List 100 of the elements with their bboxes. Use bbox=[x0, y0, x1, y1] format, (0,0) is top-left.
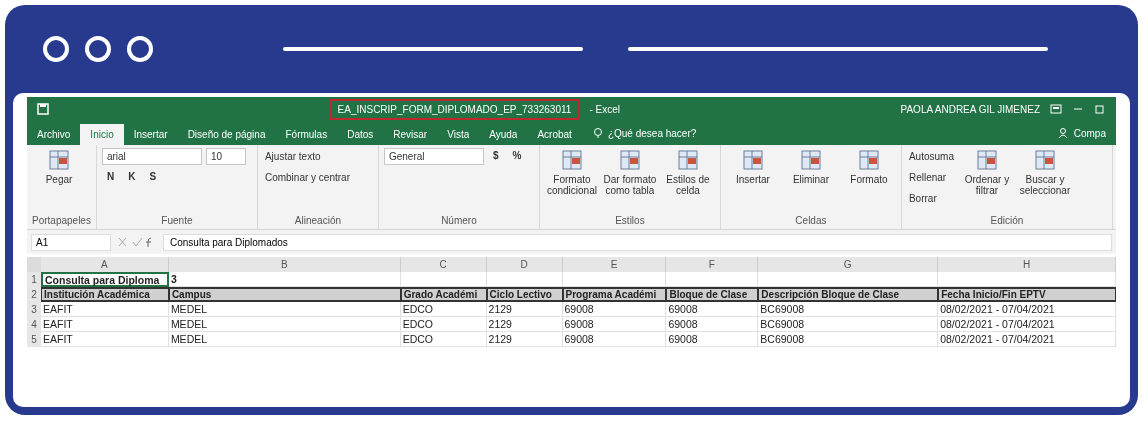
column-header[interactable]: E bbox=[562, 257, 667, 272]
table-cell: 69008 bbox=[562, 317, 667, 332]
ribbon-button[interactable]: Pegar bbox=[32, 148, 86, 185]
table-cell: Descripción Bloque de Clase bbox=[758, 287, 939, 302]
dropdown-field[interactable]: General bbox=[383, 148, 484, 165]
row-header[interactable]: 3 bbox=[27, 302, 41, 317]
name-box[interactable]: A1 bbox=[31, 233, 111, 251]
row-header[interactable]: 4 bbox=[27, 317, 41, 332]
lightbulb-icon bbox=[591, 127, 604, 139]
row-header[interactable]: 1 bbox=[27, 272, 41, 287]
table-icon bbox=[740, 148, 765, 172]
line-icon bbox=[283, 47, 583, 51]
circle-icon bbox=[85, 36, 111, 62]
table-cell: 2129 bbox=[486, 317, 563, 332]
table-cell: MEDEL bbox=[168, 302, 401, 317]
dropdown-field[interactable]: arial bbox=[101, 148, 202, 165]
table-icon bbox=[675, 148, 700, 172]
table-cell: 08/02/2021 - 07/04/2021 bbox=[938, 317, 1116, 332]
column-header[interactable]: D bbox=[486, 257, 563, 272]
restore-icon[interactable] bbox=[1094, 103, 1106, 115]
ribbon-button[interactable]: Autosuma bbox=[906, 148, 956, 165]
save-icon[interactable] bbox=[37, 103, 49, 115]
row-header[interactable]: 2 bbox=[27, 287, 41, 302]
ribbon-tab[interactable]: Inicio bbox=[80, 124, 124, 145]
format-button[interactable]: % bbox=[507, 148, 527, 163]
column-header[interactable]: C bbox=[400, 257, 487, 272]
dropdown-field[interactable]: 10 bbox=[205, 148, 246, 165]
table-cell: EDCO bbox=[400, 317, 487, 332]
table-cell: EAFIT bbox=[41, 332, 169, 347]
ribbon-tab[interactable]: Vista bbox=[437, 124, 480, 145]
format-button[interactable]: K bbox=[123, 169, 141, 184]
table-cell: Consulta para Diploma bbox=[41, 272, 169, 287]
format-button[interactable]: S bbox=[144, 169, 162, 184]
ribbon-button[interactable]: Insertar bbox=[725, 148, 780, 185]
group-label: Número bbox=[440, 214, 478, 228]
share-button[interactable]: Compa bbox=[1073, 128, 1106, 145]
table-icon bbox=[559, 148, 584, 172]
ribbon-tab[interactable]: Insertar bbox=[123, 124, 178, 145]
column-header[interactable]: H bbox=[938, 257, 1116, 272]
table-cell: 08/02/2021 - 07/04/2021 bbox=[938, 332, 1116, 347]
ribbon-button[interactable]: Ajustar texto bbox=[262, 148, 323, 165]
ribbon-tab[interactable]: Acrobat bbox=[527, 124, 582, 145]
ribbon-tab[interactable]: Diseño de página bbox=[177, 124, 276, 145]
table-cell: 08/02/2021 - 07/04/2021 bbox=[938, 302, 1116, 317]
ribbon-button[interactable]: Formato condicional bbox=[544, 148, 599, 196]
ribbon-button[interactable]: Ordenar y filtrar bbox=[959, 148, 1014, 196]
table-cell: Ciclo Lectivo bbox=[486, 287, 563, 302]
formula-field[interactable]: Consulta para Diplomados bbox=[163, 233, 1112, 251]
group-label: Celdas bbox=[794, 214, 828, 228]
group-label: Fuente bbox=[160, 214, 194, 228]
ribbon-button[interactable]: Buscar y seleccionar bbox=[1017, 148, 1072, 196]
ribbon-button[interactable]: Combinar y centrar bbox=[262, 169, 352, 186]
table-cell: BC69008 bbox=[758, 317, 939, 332]
table-cell: 69008 bbox=[666, 332, 759, 347]
ribbon-display-icon[interactable] bbox=[1050, 103, 1062, 115]
table-cell: BC69008 bbox=[758, 332, 939, 347]
table-cell: Campus bbox=[168, 287, 401, 302]
table-icon bbox=[974, 148, 999, 172]
ribbon-button[interactable]: Borrar bbox=[906, 190, 939, 207]
table-cell: Grado Académi bbox=[400, 287, 487, 302]
column-header[interactable]: F bbox=[666, 257, 759, 272]
ribbon-button[interactable]: Dar formato como tabla bbox=[602, 148, 657, 196]
format-button[interactable]: N bbox=[101, 169, 120, 184]
column-header[interactable]: G bbox=[758, 257, 939, 272]
row-header[interactable]: 5 bbox=[27, 332, 41, 347]
table-icon bbox=[798, 148, 823, 172]
table-cell: 69008 bbox=[562, 302, 667, 317]
table-cell: EDCO bbox=[400, 302, 487, 317]
ribbon-button[interactable]: Eliminar bbox=[783, 148, 838, 185]
table-cell: EAFIT bbox=[41, 302, 169, 317]
table-cell: Fecha Inicio/Fin EPTV bbox=[938, 287, 1116, 302]
person-icon bbox=[1057, 127, 1070, 139]
format-button[interactable]: $ bbox=[487, 148, 504, 163]
ribbon-tab[interactable]: Ayuda bbox=[479, 124, 528, 145]
ribbon-tab[interactable]: Revisar bbox=[383, 124, 438, 145]
table-cell: Bloque de Clase bbox=[666, 287, 759, 302]
tell-me-field[interactable]: ¿Qué desea hacer? bbox=[607, 128, 697, 145]
column-header[interactable]: A bbox=[41, 257, 169, 272]
ribbon-tab[interactable]: Datos bbox=[337, 124, 384, 145]
ribbon-button[interactable]: Estilos de celda bbox=[660, 148, 715, 196]
circle-icon bbox=[43, 36, 69, 62]
table-cell: Programa Académi bbox=[562, 287, 667, 302]
table-icon bbox=[1032, 148, 1057, 172]
table-icon bbox=[47, 148, 71, 172]
circle-icon bbox=[127, 36, 153, 62]
table-cell: MEDEL bbox=[168, 317, 401, 332]
group-label: Portapapeles bbox=[32, 214, 91, 228]
ribbon-button[interactable]: Rellenar bbox=[906, 169, 949, 186]
table-icon bbox=[856, 148, 881, 172]
group-label: Alineación bbox=[293, 214, 342, 228]
table-cell: Institución Académica bbox=[41, 287, 169, 302]
table-icon bbox=[617, 148, 642, 172]
column-header[interactable]: B bbox=[168, 257, 401, 272]
line-icon bbox=[628, 47, 1048, 51]
ribbon-tab[interactable]: Archivo bbox=[27, 124, 81, 145]
table-cell: EAFIT bbox=[41, 317, 169, 332]
ribbon-tab[interactable]: Fórmulas bbox=[275, 124, 338, 145]
table-cell: 69008 bbox=[666, 302, 759, 317]
ribbon-button[interactable]: Formato bbox=[841, 148, 896, 185]
table-cell: 2129 bbox=[486, 332, 563, 347]
